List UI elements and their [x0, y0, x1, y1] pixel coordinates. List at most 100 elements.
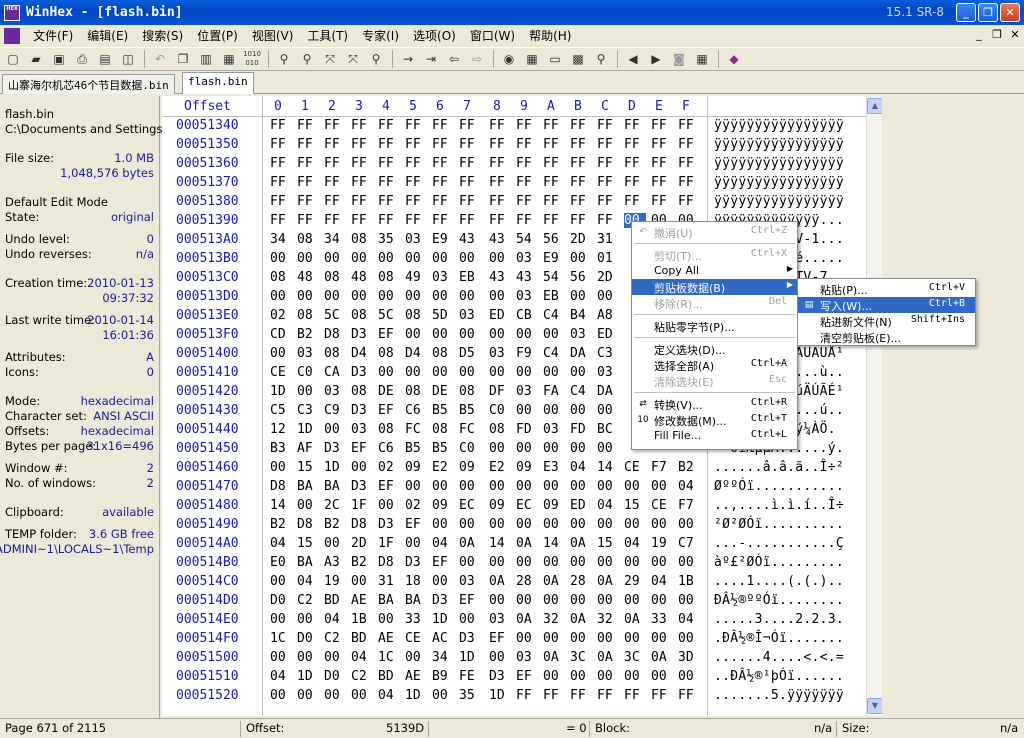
hex-byte[interactable]: 00: [432, 574, 454, 589]
hex-byte[interactable]: 00: [270, 289, 292, 304]
hex-byte[interactable]: 00: [270, 460, 292, 475]
hex-byte[interactable]: 08: [270, 270, 292, 285]
hex-byte[interactable]: FF: [489, 213, 511, 228]
hex-byte[interactable]: FF: [570, 213, 592, 228]
hex-byte[interactable]: 03: [516, 251, 538, 266]
hex-byte[interactable]: FC: [405, 422, 427, 437]
ascii-text[interactable]: ..ÐÂ½®¹þÓï......: [714, 669, 844, 684]
menu-item[interactable]: 移除(R)... Del: [632, 295, 797, 311]
hex-byte[interactable]: 00: [570, 251, 592, 266]
hex-byte[interactable]: 00: [678, 631, 700, 646]
ascii-text[interactable]: ÐÂ½®ººÓï........: [714, 593, 844, 608]
menu-item[interactable]: 10 修改数据(M)... Ctrl+T: [632, 412, 797, 428]
hex-byte[interactable]: FF: [405, 137, 427, 152]
hex-byte[interactable]: 1D: [297, 422, 319, 437]
hex-byte[interactable]: 00: [678, 669, 700, 684]
hex-byte[interactable]: 0A: [459, 536, 481, 551]
hex-byte[interactable]: 08: [459, 384, 481, 399]
hex-byte[interactable]: 00: [459, 555, 481, 570]
find-text-icon[interactable]: ⚲: [275, 50, 293, 68]
hex-byte[interactable]: 34: [432, 650, 454, 665]
hex-byte[interactable]: A3: [324, 555, 346, 570]
hex-byte[interactable]: 00: [351, 460, 373, 475]
hex-byte[interactable]: FF: [432, 175, 454, 190]
hex-byte[interactable]: 00: [405, 479, 427, 494]
hex-byte[interactable]: 54: [543, 270, 565, 285]
hex-byte[interactable]: 00: [459, 517, 481, 532]
hex-byte[interactable]: B2: [297, 327, 319, 342]
hex-byte[interactable]: 08: [324, 346, 346, 361]
hex-byte[interactable]: B5: [459, 403, 481, 418]
hex-byte[interactable]: EF: [516, 669, 538, 684]
hex-byte[interactable]: FF: [624, 156, 646, 171]
hex-byte[interactable]: 14: [270, 498, 292, 513]
hex-byte[interactable]: 00: [324, 289, 346, 304]
hex-byte[interactable]: 00: [432, 289, 454, 304]
hex-byte[interactable]: FF: [324, 156, 346, 171]
table-icon[interactable]: ▦: [693, 50, 711, 68]
hex-byte[interactable]: 48: [351, 270, 373, 285]
hex-byte[interactable]: C0: [297, 365, 319, 380]
hex-byte[interactable]: 04: [624, 536, 646, 551]
hex-byte[interactable]: 03: [516, 289, 538, 304]
hex-byte[interactable]: FF: [270, 175, 292, 190]
hex-byte[interactable]: 43: [489, 232, 511, 247]
hex-byte[interactable]: FF: [270, 156, 292, 171]
hex-byte[interactable]: D3: [351, 327, 373, 342]
hex-byte[interactable]: 00: [543, 631, 565, 646]
hex-byte[interactable]: D5: [459, 346, 481, 361]
hex-byte[interactable]: BA: [297, 479, 319, 494]
hex-byte[interactable]: FF: [351, 137, 373, 152]
hex-byte[interactable]: 35: [459, 688, 481, 703]
minimize-button[interactable]: _: [956, 3, 976, 22]
hex-byte[interactable]: CE: [270, 365, 292, 380]
hex-byte[interactable]: BA: [405, 593, 427, 608]
hex-byte[interactable]: 33: [405, 612, 427, 627]
hex-byte[interactable]: 03: [489, 612, 511, 627]
hex-byte[interactable]: EF: [351, 441, 373, 456]
hex-byte[interactable]: 09: [405, 460, 427, 475]
hex-byte[interactable]: 00: [570, 289, 592, 304]
hex-byte[interactable]: FF: [459, 194, 481, 209]
hex-byte[interactable]: 00: [459, 612, 481, 627]
hex-byte[interactable]: 03: [459, 308, 481, 323]
hex-byte[interactable]: D8: [297, 517, 319, 532]
hex-byte[interactable]: 1D: [432, 612, 454, 627]
hex-byte[interactable]: FF: [351, 156, 373, 171]
hex-byte[interactable]: BA: [297, 555, 319, 570]
ascii-text[interactable]: ÿÿÿÿÿÿÿÿÿÿÿÿÿÿÿÿ: [714, 156, 844, 171]
hex-byte[interactable]: EF: [489, 631, 511, 646]
hex-byte[interactable]: 00: [270, 346, 292, 361]
hex-byte[interactable]: 03: [597, 365, 619, 380]
hex-byte[interactable]: FF: [651, 118, 673, 133]
hex-byte[interactable]: 56: [543, 232, 565, 247]
hex-byte[interactable]: 04: [678, 479, 700, 494]
hex-byte[interactable]: ED: [489, 308, 511, 323]
hex-byte[interactable]: 00: [489, 593, 511, 608]
ascii-text[interactable]: .ÐÂ½®Î¬Óï.......: [714, 631, 844, 646]
hex-byte[interactable]: 00: [570, 479, 592, 494]
hex-byte[interactable]: 1B: [678, 574, 700, 589]
hex-byte[interactable]: AE: [405, 669, 427, 684]
ascii-text[interactable]: ......4....<.<.=: [714, 650, 844, 665]
ascii-text[interactable]: ØººÓï...........: [714, 479, 844, 494]
hex-byte[interactable]: 04: [378, 688, 400, 703]
hex-byte[interactable]: FF: [624, 194, 646, 209]
hex-byte[interactable]: BD: [378, 669, 400, 684]
open-folder-icon[interactable]: ▰: [27, 50, 45, 68]
forward-arrow-icon[interactable]: ⇨: [468, 50, 486, 68]
hex-byte[interactable]: 00: [297, 650, 319, 665]
hex-byte[interactable]: 00: [324, 688, 346, 703]
hex-byte[interactable]: 00: [570, 441, 592, 456]
hex-byte[interactable]: 00: [405, 650, 427, 665]
hex-byte[interactable]: B5: [432, 441, 454, 456]
hex-row[interactable]: 00051470 D8 BA BA D3 EF 00 00 00 00 00 00 00 00 00 00 04…: [162, 479, 866, 498]
hex-byte[interactable]: AF: [297, 441, 319, 456]
hex-byte[interactable]: 03: [459, 574, 481, 589]
hex-byte[interactable]: 0A: [516, 612, 538, 627]
hex-byte[interactable]: FF: [651, 194, 673, 209]
hex-byte[interactable]: 0A: [543, 574, 565, 589]
hex-byte[interactable]: 00: [405, 365, 427, 380]
paste-special-icon[interactable]: ▦: [220, 50, 238, 68]
hex-byte[interactable]: 0A: [489, 574, 511, 589]
